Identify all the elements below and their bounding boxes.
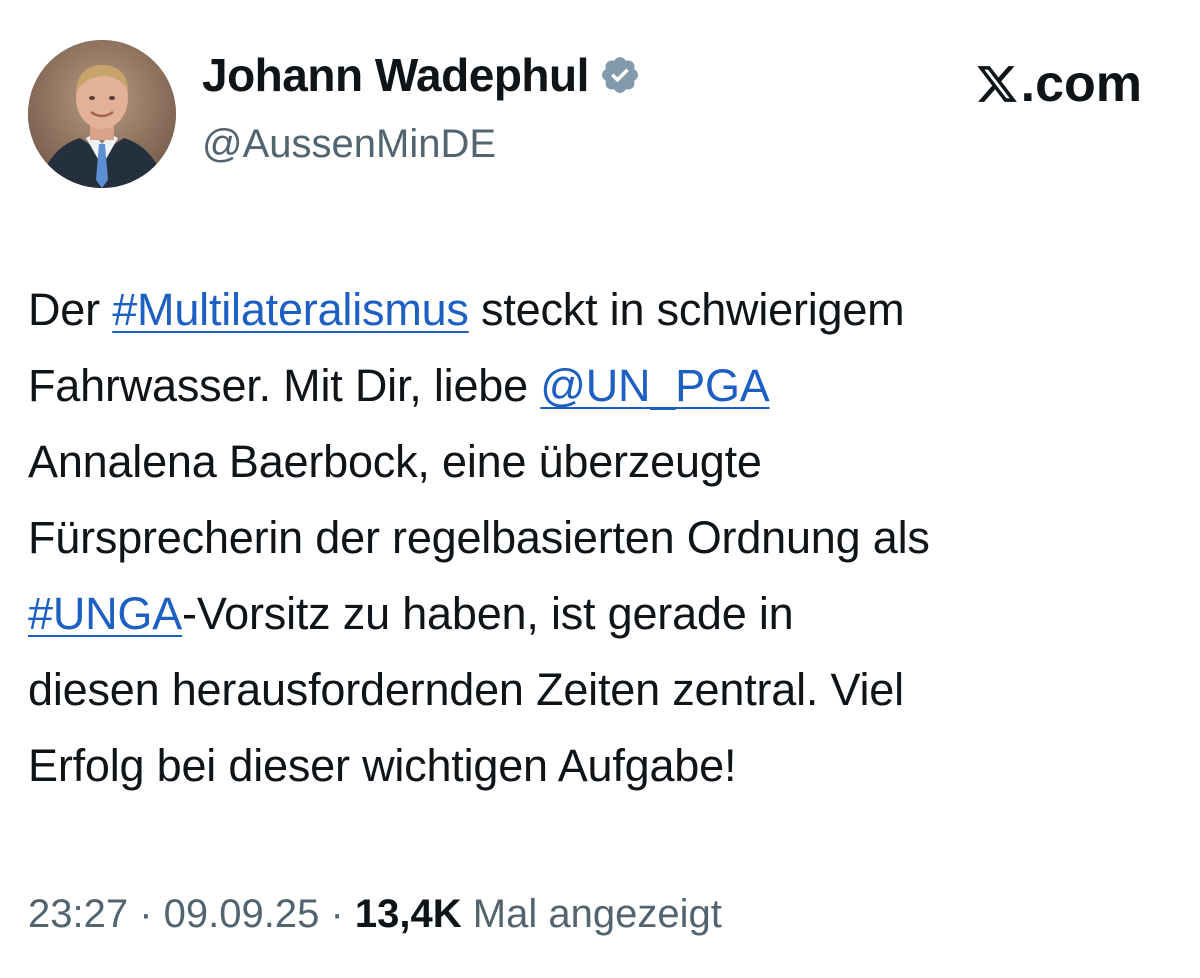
tweet-line: diesen herausfordernden Zeiten zentral. … (28, 664, 904, 715)
tweet-time[interactable]: 23:27 (28, 892, 128, 936)
author-name-row: Johann Wadephul (202, 52, 641, 98)
meta-separator: · (319, 892, 355, 936)
author-handle[interactable]: @AussenMinDE (202, 124, 496, 164)
tweet-line: Annalena Baerbock, eine überzeugte (28, 436, 762, 487)
tweet-line: Fahrwasser. Mit Dir, liebe @UN_PGA (28, 348, 1178, 424)
avatar[interactable] (28, 40, 176, 188)
views-label: Mal angezeigt (461, 892, 722, 936)
mention-un-pga-link[interactable]: @UN_PGA (540, 360, 770, 411)
meta-separator: · (128, 892, 164, 936)
tweet-text-segment: Der (28, 284, 113, 335)
x-logo-icon (975, 62, 1019, 106)
tweet-line: Fürsprecherin der regelbasierten Ordnung… (28, 512, 930, 563)
author-display-name[interactable]: Johann Wadephul (202, 52, 589, 98)
views-count: 13,4K (354, 892, 462, 936)
tweet-date[interactable]: 09.09.25 (164, 892, 320, 936)
tweet-meta: 23:27 · 09.09.25 · 13,4K Mal angezeigt (28, 888, 722, 940)
verified-badge-icon (599, 54, 641, 96)
tweet-text-segment: Fahrwasser. Mit Dir, liebe (28, 360, 541, 411)
hashtag-unga-link[interactable]: #UNGA (28, 588, 182, 639)
tweet-text: Der #Multilateralismus steckt in schwier… (28, 272, 1178, 804)
tweet-line: Der #Multilateralismus steckt in schwier… (28, 272, 1178, 348)
brand-domain-suffix: .com (1020, 55, 1142, 113)
tweet-text-segment: -Vorsitz zu haben, ist gerade in (182, 588, 794, 639)
avatar-image (28, 40, 176, 188)
tweet-line: Erfolg bei dieser wichtigen Aufgabe! (28, 740, 737, 791)
hashtag-multilateralismus-link[interactable]: #Multilateralismus (112, 284, 469, 335)
tweet-line: #UNGA-Vorsitz zu haben, ist gerade in (28, 576, 1178, 652)
tweet-text-segment: steckt in schwierigem (468, 284, 905, 335)
x-com-brand: .com (975, 58, 1142, 110)
